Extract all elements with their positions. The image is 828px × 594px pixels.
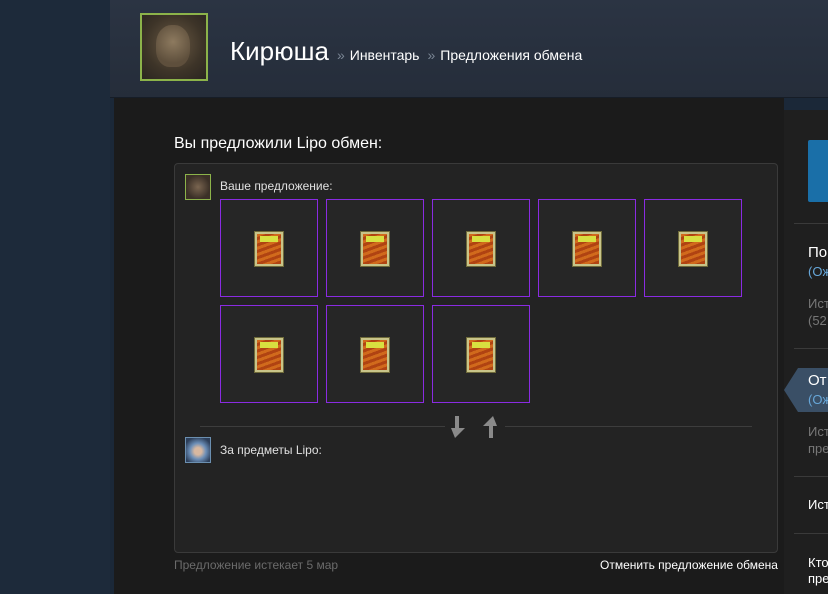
trade-item-slot[interactable] xyxy=(432,305,530,403)
trading-card-icon xyxy=(255,338,283,372)
sidebar-divider xyxy=(794,348,828,349)
sidebar-item-incoming-count: (52 xyxy=(808,313,827,328)
partner-avatar[interactable] xyxy=(185,437,211,463)
trade-direction-arrows xyxy=(445,414,505,440)
sidebar-item-incoming-title[interactable]: По xyxy=(808,244,828,261)
trade-offer-panel: Ваше предложение: За предметы Lipo: xyxy=(174,163,778,553)
sidebar-item-incoming-history: Ист xyxy=(808,296,828,311)
sidebar-item-history[interactable]: Ист xyxy=(808,497,828,512)
sidebar-divider xyxy=(794,223,828,224)
trade-item-slot[interactable] xyxy=(538,199,636,297)
sidebar-divider xyxy=(794,476,828,477)
arrow-up-right-icon xyxy=(483,416,497,438)
trading-card-icon xyxy=(361,232,389,266)
offer-expiration-text: Предложение истекает 5 мар xyxy=(174,558,339,572)
sidebar-item-sent-title[interactable]: От xyxy=(808,372,828,389)
trading-card-icon xyxy=(573,232,601,266)
cancel-offer-link[interactable]: Отменить предложение обмена xyxy=(600,558,778,572)
breadcrumb-inventory-link[interactable]: Инвентарь xyxy=(350,47,420,63)
trading-card-icon xyxy=(467,338,495,372)
breadcrumb: Кирюша » Инвентарь » Предложения обмена xyxy=(230,36,582,67)
breadcrumb-trade-offers-link[interactable]: Предложения обмена xyxy=(440,47,582,63)
sidebar-divider xyxy=(794,533,828,534)
trading-card-icon xyxy=(679,232,707,266)
breadcrumb-separator: » xyxy=(427,47,436,63)
trade-item-slot[interactable] xyxy=(644,199,742,297)
sidebar-item-who-line2: пре xyxy=(808,571,828,586)
sidebar-action-button[interactable] xyxy=(808,140,828,202)
offer-title: Вы предложили Lipo обмен: xyxy=(174,135,383,152)
sidebar-item-sent-status: (Ож xyxy=(808,392,828,407)
trade-item-slot[interactable] xyxy=(432,199,530,297)
trading-card-icon xyxy=(255,232,283,266)
trading-card-icon xyxy=(467,232,495,266)
trade-item-slot[interactable] xyxy=(220,199,318,297)
sidebar-item-incoming-status: (Ож xyxy=(808,264,828,279)
arrow-down-left-icon xyxy=(451,416,465,438)
your-offer-label: Ваше предложение: xyxy=(220,179,333,193)
sidebar-item-who[interactable]: Кто xyxy=(808,555,828,570)
profile-header: Кирюша » Инвентарь » Предложения обмена xyxy=(110,0,828,98)
trading-card-icon xyxy=(361,338,389,372)
partner-items-label: За предметы Lipo: xyxy=(220,443,322,457)
trade-item-slot[interactable] xyxy=(220,305,318,403)
right-sidebar: По (Ож Ист (52 От (Ож Ист пре Ист Кто пр… xyxy=(784,110,828,594)
user-avatar[interactable] xyxy=(140,13,208,81)
trade-item-slot[interactable] xyxy=(326,305,424,403)
breadcrumb-separator: » xyxy=(336,47,345,63)
page-background-left xyxy=(0,0,110,594)
your-avatar[interactable] xyxy=(185,174,211,200)
trade-item-slot[interactable] xyxy=(326,199,424,297)
user-name-link[interactable]: Кирюша xyxy=(230,36,329,67)
sidebar-item-sent-history: Ист xyxy=(808,424,828,439)
sidebar-item-sent-sub: пре xyxy=(808,441,828,456)
